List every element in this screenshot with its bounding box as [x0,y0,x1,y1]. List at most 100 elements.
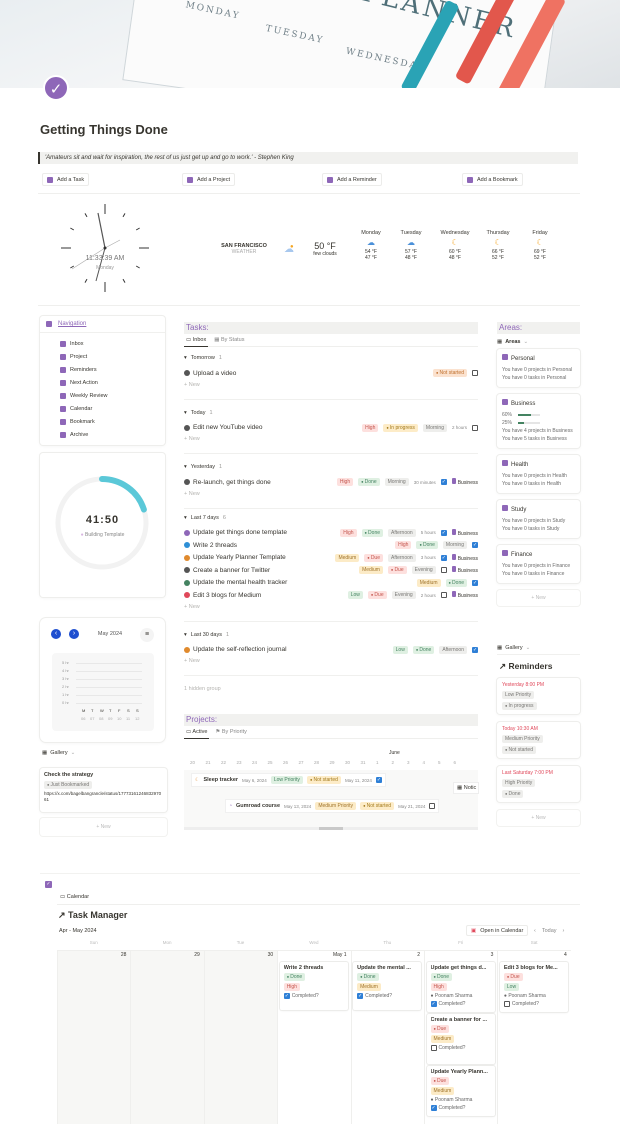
task-name[interactable]: Edit 3 blogs for Medium [193,592,345,599]
task-checkbox[interactable] [472,579,478,586]
calendar-task-card[interactable]: Write 2 threads Done High Completed? [279,962,348,1010]
task-row[interactable]: Update Yearly Planner TemplateMedium Due A… [184,552,478,565]
task-checkbox[interactable] [472,542,478,549]
calendar-view-tab[interactable]: ▭ Calendar [60,894,89,900]
hidden-group-toggle[interactable]: 1 hidden group [184,684,478,695]
timeline-scrollbar[interactable] [184,827,478,830]
sidebar-item-next-action[interactable]: Next Action [60,376,165,389]
calendar-task-card[interactable]: Update the mental ... Done Medium Completed… [353,962,422,1010]
task-area[interactable]: Business [451,528,478,537]
completed-checkbox[interactable] [430,1105,437,1111]
task-name[interactable]: Create a banner for Twitter [193,567,356,574]
new-reminder-button[interactable]: + New [497,810,580,826]
task-row[interactable]: Write 2 threadsHigh Done Morning [184,539,478,552]
task-checkbox[interactable] [472,370,478,377]
new-task-button[interactable]: + New [184,602,478,613]
reminders-view-tab[interactable]: ▦ Gallery ⌄ [497,645,580,655]
task-checkbox[interactable] [440,592,447,599]
tab-active[interactable]: ▭ Active [184,726,210,739]
card-completed[interactable]: Completed? [430,1045,491,1051]
task-name[interactable]: Update get things done template [193,529,337,536]
project-checkbox[interactable] [375,777,382,783]
today-button[interactable]: Today [542,928,557,934]
gallery-view-tab[interactable]: ▦ Gallery ⌄ [42,750,75,756]
project-row[interactable]: ◔ Gumroad course May 13, 2024 Medium Priori… [226,800,439,812]
new-task-button[interactable]: + New [184,656,478,667]
task-checkbox[interactable] [440,479,447,486]
area-card[interactable]: Personal You have 0 projects in Personal Y… [497,349,580,387]
area-card[interactable]: Health You have 0 projects in Health You h… [497,455,580,493]
sidebar-item-inbox[interactable]: Inbox [60,337,165,350]
notion-partial-button[interactable]: ▦ Notic [454,783,478,793]
area-card[interactable]: Study You have 0 projects in Study You hav… [497,500,580,538]
card-completed[interactable]: Completed? [430,1001,491,1007]
new-task-button[interactable]: + New [184,489,478,500]
task-name[interactable]: Edit new YouTube video [193,424,359,431]
completed-checkbox[interactable] [430,1045,437,1051]
calendar-task-card[interactable]: Create a banner for ... Due Medium Complete… [426,1014,495,1064]
card-completed[interactable]: Completed? [430,1105,491,1111]
calendar-day[interactable] [57,950,131,1124]
task-checkbox[interactable] [472,646,478,653]
menu-icon[interactable]: ≡ [140,628,154,642]
task-area[interactable]: Business [451,553,478,562]
task-manager-heading[interactable]: ↗ Task Manager [58,910,127,921]
card-completed[interactable]: Completed? [503,1001,564,1007]
task-name[interactable]: Write 2 threads [193,542,392,549]
task-name[interactable]: Upload a video [193,370,430,377]
completed-checkbox[interactable] [430,1001,437,1007]
bookmark-url[interactable]: https://x.com/bagelbangrancle/status/177… [44,791,163,803]
sidebar-item-calendar[interactable]: Calendar [60,402,165,415]
task-row[interactable]: Update the self-reflection journalLow Don… [184,644,478,657]
sidebar-item-weekly-review[interactable]: Weekly Review [60,389,165,402]
task-checkbox[interactable] [440,529,447,536]
project-row[interactable]: ☾Sleep trackerMay 6, 2024Low PriorityNot… [192,774,385,786]
task-checkbox[interactable] [440,554,447,561]
action-button-add-a-project[interactable]: Add a Project [182,173,236,186]
tab-inbox[interactable]: ▭ Inbox [184,334,209,347]
prev-month-icon[interactable]: ‹ [534,928,536,934]
group-header[interactable]: ▾ Today 1 [184,408,478,418]
calendar-task-card[interactable]: Edit 3 blogs for Me... Due Low ● Poonam Sha… [499,962,568,1012]
area-card[interactable]: Finance You have 0 projects in Finance You… [497,545,580,583]
action-button-add-a-bookmark[interactable]: Add a Bookmark [462,173,523,186]
task-area[interactable]: Business [451,478,478,486]
task-row[interactable]: Upload a videoNot started [184,367,478,380]
project-checkbox[interactable] [429,803,436,809]
completed-checkbox[interactable] [357,993,364,999]
task-row[interactable]: Re-launch, get things doneHigh Done Mornin… [184,476,478,489]
sidebar-item-archive[interactable]: Archive [60,428,165,441]
task-name[interactable]: Update Yearly Planner Template [193,554,332,561]
calendar-day[interactable] [130,950,204,1124]
new-task-button[interactable]: + New [184,434,478,445]
navigation-title[interactable]: Navigation [58,321,86,327]
reminder-card[interactable]: Last Saturday 7:00 PM High Priority Done [497,766,580,802]
reminder-card[interactable]: Yesterday 8:00 PM Low Priority In progress [497,678,580,714]
calendar-task-card[interactable]: Update get things d... Done High ● Poonam S… [426,962,495,1012]
task-row[interactable]: Edit new YouTube videoHigh In progress Mor… [184,422,478,435]
task-row[interactable]: Edit 3 blogs for MediumLow Due Evening 2 ho… [184,589,478,602]
calendar-task-card[interactable]: Update Yearly Plann... Due Medium ● Poonam … [426,1066,495,1116]
group-header[interactable]: ▾ Tomorrow 1 [184,353,478,363]
group-header[interactable]: ▾ Last 7 days 6 [184,513,478,523]
reminders-heading[interactable]: ↗ Reminders [499,661,580,672]
task-area[interactable]: Business [451,591,478,599]
open-in-calendar-button[interactable]: ▣ Open in Calendar [466,925,529,936]
sidebar-item-bookmark[interactable]: Bookmark [60,415,165,428]
task-name[interactable]: Update the self-reflection journal [193,646,390,653]
group-header[interactable]: ▾ Last 30 days 1 [184,630,478,640]
completed-checkbox[interactable] [503,1001,510,1007]
new-area-button[interactable]: + New [497,590,580,606]
group-header[interactable]: ▾ Yesterday 1 [184,462,478,472]
task-area[interactable]: Business [451,566,478,574]
sidebar-item-project[interactable]: Project [60,350,165,363]
card-completed[interactable]: Completed? [357,993,417,999]
areas-view-tab[interactable]: ▦ Areas ⌄ [497,334,580,349]
completed-checkbox[interactable] [283,993,290,999]
action-button-add-a-reminder[interactable]: Add a Reminder [322,173,382,186]
sidebar-item-reminders[interactable]: Reminders [60,363,165,376]
task-row[interactable]: Update get things done templateHigh Done A… [184,527,478,540]
tab-by-status[interactable]: ▦ By Status [214,337,244,343]
task-row[interactable]: Create a banner for TwitterMedium Due Even… [184,564,478,577]
action-button-add-a-task[interactable]: Add a Task [42,173,90,186]
